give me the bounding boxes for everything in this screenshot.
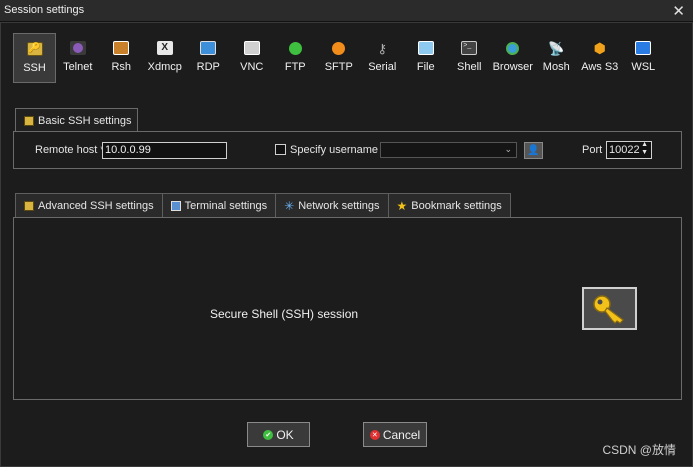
sftp-icon (331, 41, 347, 55)
watermark: CSDN @放情 (602, 443, 676, 457)
cancel-label: Cancel (382, 427, 421, 442)
session-type-browser[interactable]: Browser (491, 33, 535, 83)
port-value: 10022 (609, 144, 640, 156)
remote-host-input[interactable]: 10.0.0.99 (102, 142, 227, 159)
ok-button[interactable]: ✔ OK (247, 422, 310, 447)
terminal-icon (170, 200, 181, 211)
advanced-tabs: Advanced SSH settings Terminal settings … (15, 193, 511, 217)
telnet-icon (69, 41, 86, 55)
session-type-telnet[interactable]: Telnet (56, 33, 100, 83)
session-type-label: Browser (492, 61, 533, 73)
xdmcp-icon: X (156, 41, 173, 55)
title-bar: Session settings ✕ (0, 0, 693, 22)
user-manager-button[interactable]: 👤 (524, 142, 543, 159)
session-type-rdp[interactable]: RDP (187, 33, 231, 83)
session-settings-dialog: 🔑 SSH Telnet Rsh X Xdmcp RDP VNC FTP SFT… (0, 22, 693, 467)
tab-terminal-settings[interactable]: Terminal settings (161, 193, 277, 217)
tab-advanced-ssh-settings[interactable]: Advanced SSH settings (15, 193, 163, 217)
username-dropdown[interactable]: ⌄ (380, 142, 517, 158)
session-type-shell[interactable]: >_ Shell (448, 33, 492, 83)
tab-label: Basic SSH settings (38, 114, 132, 127)
file-icon (417, 41, 434, 55)
port-label: Port (582, 144, 603, 156)
check-icon: ✔ (263, 429, 274, 440)
network-icon: ✳ (284, 198, 295, 213)
remote-host-label: Remote host * (35, 144, 105, 156)
session-type-label: File (416, 61, 435, 73)
session-description: Secure Shell (SSH) session (210, 307, 359, 321)
star-icon: ★ (396, 198, 408, 213)
session-type-label: WSL (631, 61, 656, 73)
session-type-label: RDP (196, 61, 220, 73)
tab-label: Bookmark settings (411, 199, 502, 212)
ssh-key-large-icon (582, 287, 637, 330)
session-description-panel: Secure Shell (SSH) session (13, 217, 682, 400)
user-icon: 👤 (527, 145, 540, 156)
tab-label: Network settings (298, 199, 380, 212)
specify-username-label: Specify username (290, 144, 379, 156)
stepper-arrows-icon[interactable]: ▲ ▼ (641, 141, 648, 157)
session-type-ssh[interactable]: 🔑 SSH (13, 33, 56, 83)
session-type-sftp[interactable]: SFTP (317, 33, 361, 83)
session-type-label: Telnet (63, 61, 93, 73)
session-type-label: Xdmcp (147, 61, 182, 73)
specify-username-checkbox[interactable] (275, 144, 286, 155)
serial-icon: ⚷ (377, 40, 388, 56)
session-type-xdmcp[interactable]: X Xdmcp (143, 33, 187, 83)
session-type-file[interactable]: File (404, 33, 448, 83)
window-title: Session settings (4, 4, 85, 16)
session-type-label: Shell (457, 61, 482, 73)
wrench-icon (24, 200, 34, 211)
vnc-icon (243, 41, 260, 55)
key-icon (592, 294, 624, 324)
wrench-icon (24, 115, 34, 126)
session-type-mosh[interactable]: 📡 Mosh (535, 33, 579, 83)
cancel-button[interactable]: ✕ Cancel (363, 422, 427, 447)
mosh-icon: 📡 (548, 40, 565, 56)
session-type-label: SFTP (324, 61, 353, 73)
session-type-rsh[interactable]: Rsh (100, 33, 144, 83)
shell-icon: >_ (461, 41, 478, 55)
session-type-bar: 🔑 SSH Telnet Rsh X Xdmcp RDP VNC FTP SFT… (13, 33, 665, 83)
session-type-label: Rsh (111, 61, 132, 73)
rdp-icon (200, 41, 217, 55)
session-type-vnc[interactable]: VNC (230, 33, 274, 83)
session-type-label: SSH (23, 62, 46, 74)
cancel-icon: ✕ (369, 429, 380, 440)
session-type-label: Serial (368, 61, 397, 73)
session-type-label: FTP (284, 61, 306, 73)
session-type-label: Aws S3 (581, 61, 619, 73)
wsl-icon (635, 41, 652, 55)
chevron-down-icon: ⌄ (504, 144, 512, 154)
tab-basic-ssh-settings[interactable]: Basic SSH settings (15, 108, 138, 132)
tab-bookmark-settings[interactable]: ★ Bookmark settings (387, 193, 511, 217)
session-type-label: Mosh (542, 61, 570, 73)
tab-network-settings[interactable]: ✳ Network settings (275, 193, 389, 217)
port-stepper[interactable]: 10022 ▲ ▼ (606, 141, 652, 159)
session-type-wsl[interactable]: WSL (622, 33, 666, 83)
ftp-icon (287, 41, 303, 55)
close-icon[interactable]: ✕ (672, 2, 685, 20)
session-type-label: VNC (240, 61, 264, 73)
ok-label: OK (276, 427, 294, 442)
ssh-key-icon: 🔑 (26, 42, 43, 56)
basic-settings-panel: Remote host * 10.0.0.99 Specify username… (13, 131, 682, 169)
session-type-serial[interactable]: ⚷ Serial (361, 33, 405, 83)
session-type-ftp[interactable]: FTP (274, 33, 318, 83)
rsh-icon (113, 41, 130, 55)
aws-s3-icon: ⬢ (593, 40, 606, 56)
browser-icon (505, 41, 521, 55)
session-type-aws-s3[interactable]: ⬢ Aws S3 (578, 33, 622, 83)
tab-label: Terminal settings (184, 199, 268, 212)
tab-label: Advanced SSH settings (38, 199, 154, 212)
